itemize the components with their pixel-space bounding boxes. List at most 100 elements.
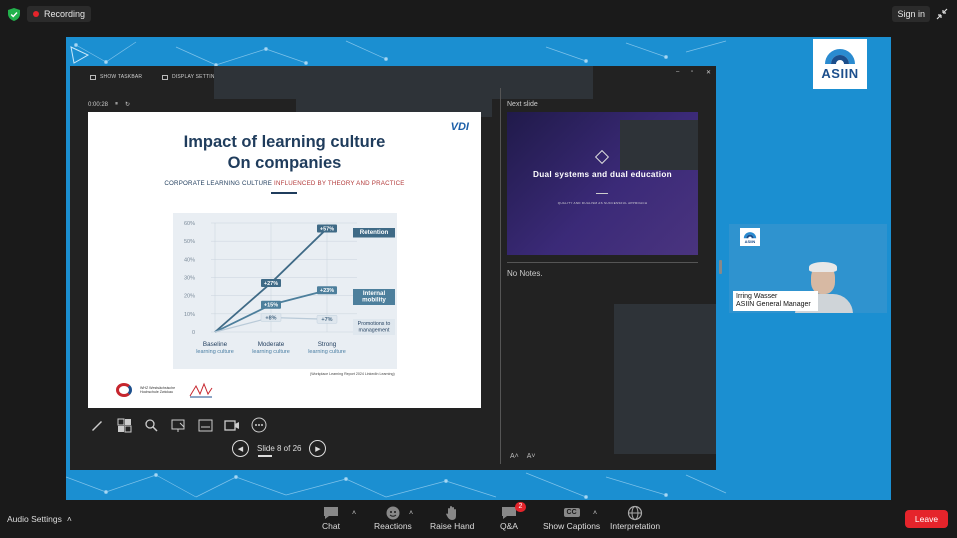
- qa-button[interactable]: 2 Q&A: [500, 502, 526, 531]
- top-bar: Recording Sign in: [0, 0, 957, 28]
- recording-indicator[interactable]: Recording: [27, 6, 92, 22]
- participant-name: Irring Wasser: [736, 293, 778, 300]
- captions-icon-text: CC: [563, 508, 580, 517]
- notes-separator: [507, 262, 698, 263]
- y-tick-label: 0: [192, 330, 195, 336]
- raise-hand-label: Raise Hand: [430, 521, 475, 531]
- sign-in-button[interactable]: Sign in: [892, 6, 930, 22]
- pause-icon[interactable]: ⏸: [115, 101, 118, 108]
- notes-font-controls: A˄ A˅: [510, 453, 536, 460]
- chat-label: Chat: [322, 521, 340, 531]
- next-slide-label: Next slide: [507, 101, 538, 108]
- next-slide-title: Dual systems and dual education: [533, 170, 672, 179]
- series-name-label: Retention: [360, 229, 389, 236]
- camera-icon[interactable]: [223, 416, 241, 434]
- chevron-up-icon[interactable]: ˄: [67, 514, 72, 524]
- asiin-arc-icon: [743, 231, 757, 238]
- show-captions-label: Show Captions: [543, 521, 601, 531]
- whz-logo-icon: [116, 383, 132, 397]
- close-icon[interactable]: ✕: [706, 69, 711, 76]
- show-captions-button[interactable]: CC Show Captions: [543, 504, 600, 531]
- next-slide-button[interactable]: ▶: [309, 440, 327, 457]
- pane-divider[interactable]: [500, 88, 501, 464]
- data-label: +15%: [264, 303, 278, 309]
- leave-button[interactable]: Leave: [905, 510, 948, 528]
- chat-button[interactable]: Chat: [322, 504, 340, 531]
- current-slide: VDI Impact of learning culture On compan…: [88, 112, 481, 408]
- audio-settings-label: Audio Settings: [7, 514, 62, 524]
- pointer-options-icon[interactable]: [169, 416, 187, 434]
- captions-options-chevron-icon[interactable]: ˄: [593, 510, 597, 517]
- zoom-slide-icon[interactable]: [142, 416, 160, 434]
- show-taskbar-button[interactable]: SHOW TASKBAR: [90, 74, 142, 80]
- diamond-icon: [594, 149, 610, 165]
- increase-font-icon[interactable]: A˄: [510, 453, 519, 460]
- exit-fullscreen-icon[interactable]: [936, 8, 948, 20]
- reset-timer-icon[interactable]: ↻: [125, 101, 130, 108]
- timer-value: 0:00:28: [88, 101, 109, 108]
- restore-icon[interactable]: ▫: [691, 69, 693, 75]
- decrease-font-icon[interactable]: A˅: [527, 453, 536, 460]
- data-label: +7%: [321, 317, 332, 323]
- see-all-slides-icon[interactable]: [115, 416, 133, 434]
- chat-options-chevron-icon[interactable]: ˄: [352, 510, 356, 517]
- qa-icon: 2: [500, 502, 526, 521]
- audio-settings-button[interactable]: Audio Settings ˄: [7, 514, 72, 524]
- raise-hand-icon: [443, 504, 461, 521]
- y-tick-label: 40%: [184, 257, 195, 263]
- more-options-icon[interactable]: [250, 416, 268, 434]
- series-name-label: management: [359, 328, 390, 334]
- y-tick-label: 60%: [184, 221, 195, 227]
- video-panel-handle[interactable]: [719, 260, 722, 274]
- reactions-label: Reactions: [374, 521, 412, 531]
- participant-video[interactable]: ASIIN Irring Wasser ASIIN General Manage…: [729, 224, 887, 313]
- slide-counter-underline: [258, 455, 272, 457]
- x-category-label: learning culture: [196, 349, 234, 355]
- taskbar-icon: [90, 74, 96, 80]
- pen-icon[interactable]: [88, 416, 106, 434]
- x-category-label: Baseline: [203, 341, 228, 348]
- reactions-icon: [384, 504, 402, 521]
- previous-slide-button[interactable]: ◀: [232, 440, 249, 457]
- data-label: +23%: [320, 288, 334, 294]
- next-slide-subtitle: QUALITY AND DUALISM AS SUCCESSFUL APPROA…: [557, 201, 648, 205]
- security-shield-icon[interactable]: [8, 8, 20, 21]
- raise-hand-button[interactable]: Raise Hand: [430, 504, 474, 531]
- recording-label: Recording: [44, 9, 86, 19]
- y-tick-label: 10%: [184, 312, 195, 318]
- captions-icon: CC: [563, 504, 581, 521]
- slide-subtitle: CORPORATE LEARNING CULTURE INFLUENCED BY…: [88, 180, 481, 187]
- x-category-label: Strong: [318, 341, 337, 348]
- slide-subtitle-part2: INFLUENCED BY THEORY AND PRACTICE: [274, 180, 405, 187]
- data-label: +27%: [264, 281, 278, 287]
- whz-logo-text: WHZ Westsächsische Hochschule Zwickau: [140, 385, 176, 394]
- participant-hair: [809, 262, 837, 272]
- slide-title-line2: On companies: [227, 154, 342, 172]
- presenter-controls: [88, 416, 268, 434]
- participant-name-tag: Irring Wasser ASIIN General Manager: [733, 291, 818, 311]
- series-name-label: mobility: [362, 297, 386, 304]
- x-category-label: learning culture: [252, 349, 290, 355]
- minimize-icon[interactable]: –: [676, 69, 679, 75]
- redacted-block: [620, 120, 698, 170]
- series-name-label: Promotions to: [358, 321, 391, 327]
- reactions-button[interactable]: Reactions: [374, 504, 412, 531]
- asiin-logo: ASIIN: [813, 39, 867, 89]
- chart-svg: 010%20%30%40%50%60%Baselinelearning cult…: [184, 221, 395, 355]
- slide-title: Impact of learning culture On companies: [88, 132, 481, 174]
- next-slide-preview[interactable]: Dual systems and dual education QUALITY …: [507, 112, 698, 255]
- interpretation-button[interactable]: Interpretation: [610, 504, 660, 531]
- participant-role: ASIIN General Manager: [736, 301, 811, 308]
- slide-counter[interactable]: Slide 8 of 26: [257, 444, 301, 453]
- chart-source: (Workplace Learning Report 2024 LinkedIn…: [310, 372, 395, 376]
- recording-dot-icon: [33, 11, 39, 17]
- subtitles-icon[interactable]: [196, 416, 214, 434]
- redacted-block: [214, 66, 593, 99]
- data-label: +57%: [320, 226, 334, 232]
- show-taskbar-label: SHOW TASKBAR: [100, 74, 143, 80]
- redacted-block: [614, 304, 716, 454]
- reactions-options-chevron-icon[interactable]: ˄: [409, 510, 413, 517]
- interpretation-label: Interpretation: [610, 521, 661, 531]
- zoom-window: Recording Sign in ASIIN SHOW TASKBAR DIS…: [0, 0, 957, 538]
- meeting-controls-bar: Audio Settings ˄ Chat ˄ Reactions ˄ Rais…: [0, 500, 957, 538]
